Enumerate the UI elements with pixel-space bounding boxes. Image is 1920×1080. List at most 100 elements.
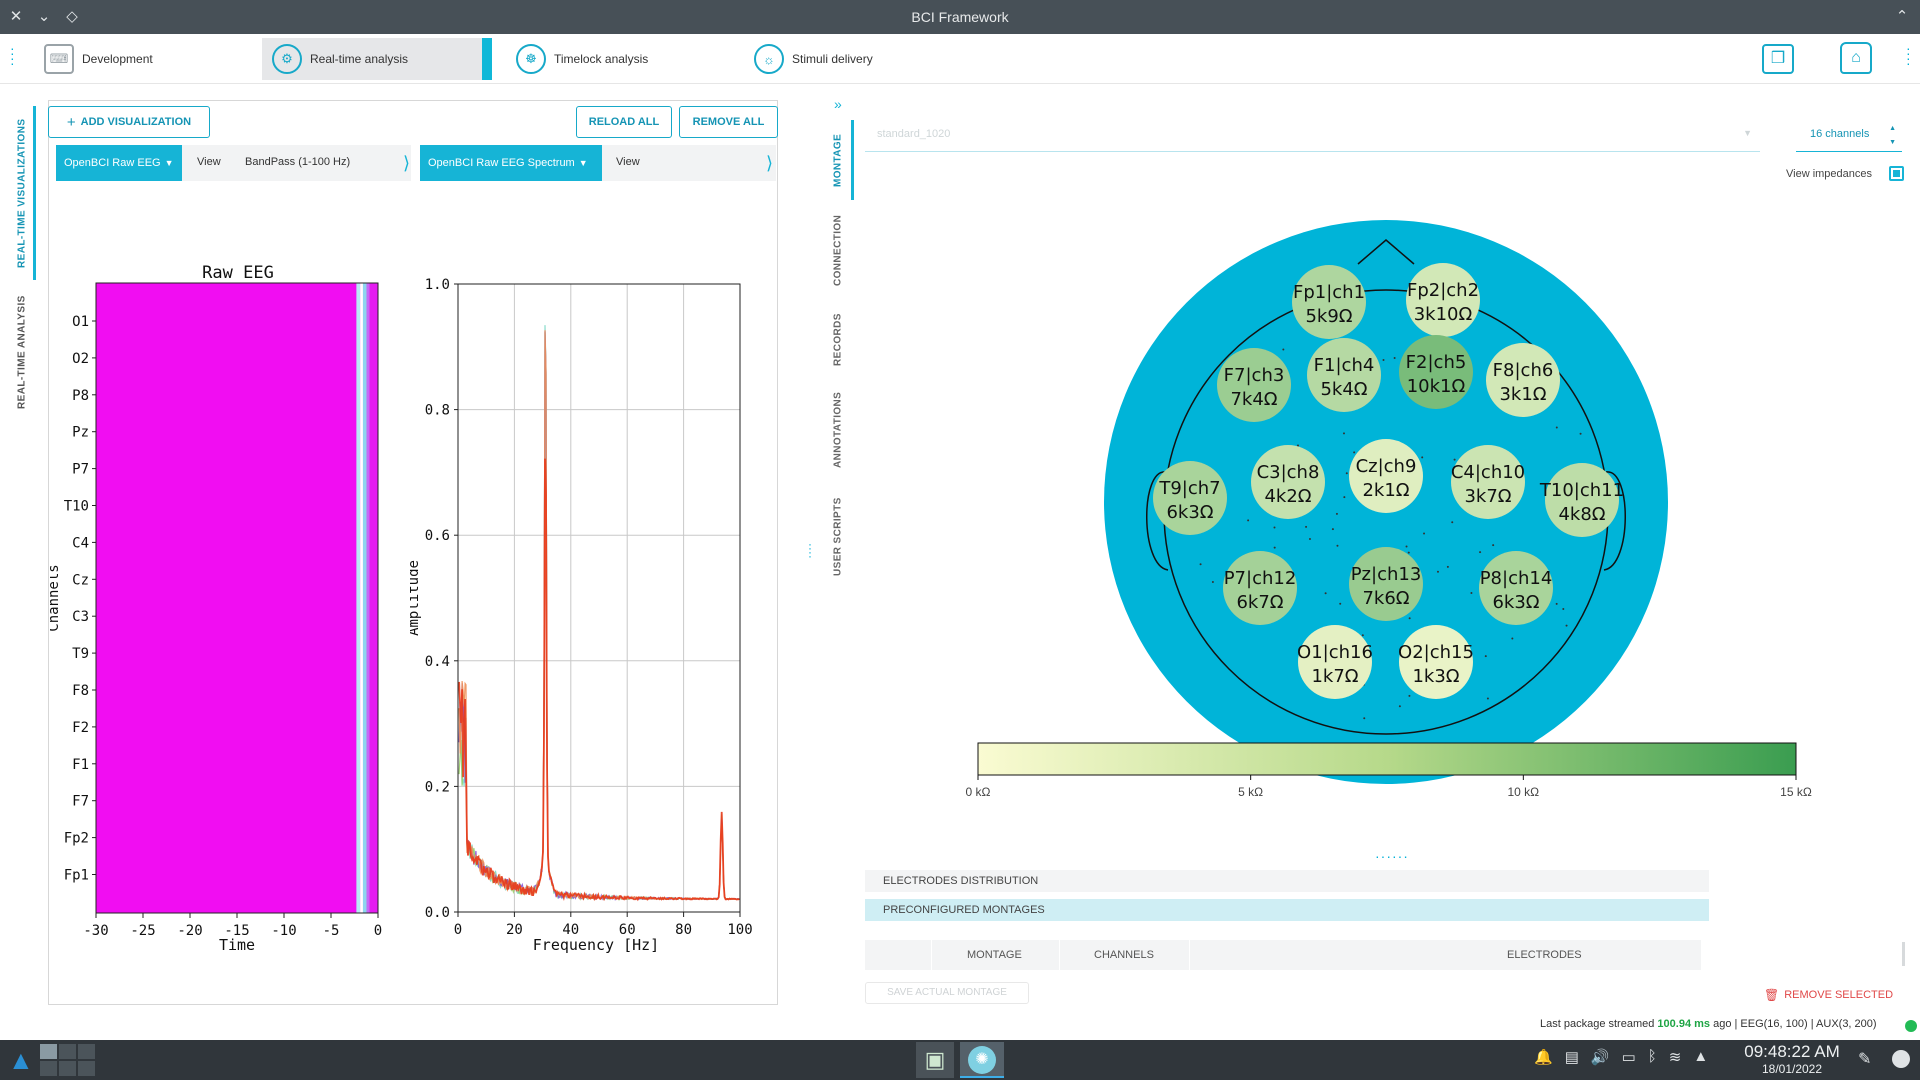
x-tick-label: 0 xyxy=(454,922,462,938)
clipboard-icon[interactable]: ▤ xyxy=(1565,1048,1579,1066)
visualization-select[interactable]: OpenBCI Raw EEG ▼ xyxy=(56,145,182,181)
vtab-real-time-visualizations[interactable]: REAL-TIME VISUALIZATIONS xyxy=(12,106,32,280)
remove-all-button[interactable]: REMOVE ALL xyxy=(679,106,778,138)
drag-handle-icon[interactable]: · · · · xyxy=(10,41,15,70)
y-tick-label: O1 xyxy=(72,314,89,330)
desktop-4[interactable] xyxy=(40,1061,57,1076)
clock[interactable]: 09:48:22 AM 18/01/2022 xyxy=(1736,1042,1848,1076)
column-header-electrodes[interactable]: ELECTRODES xyxy=(1507,949,1582,961)
visualization-select[interactable]: OpenBCI Raw EEG Spectrum ▼ xyxy=(420,145,602,181)
electrode-position-dot xyxy=(1453,458,1456,461)
chevron-right-icon[interactable]: ⟩ xyxy=(766,153,773,174)
stream-status-indicator xyxy=(1905,1020,1917,1032)
tab-stimuli-delivery[interactable]: ☼ Stimuli delivery xyxy=(744,38,964,80)
electrode-position-dot xyxy=(1446,565,1449,568)
view-menu[interactable]: View xyxy=(197,156,221,168)
virtual-desktops-pager[interactable] xyxy=(40,1044,95,1076)
tab-label: ANNOTATIONS xyxy=(832,391,844,469)
documentation-icon[interactable]: ❒ xyxy=(1762,44,1794,74)
side-tab-annotations[interactable]: ANNOTATIONS xyxy=(828,388,848,472)
pen-icon[interactable]: ✎ xyxy=(1858,1049,1871,1069)
tab-label: MONTAGE xyxy=(832,133,844,187)
electrode-impedance-value: 7k6Ω xyxy=(1362,588,1409,609)
electrode-label: F1|ch4 xyxy=(1314,355,1375,376)
show-desktop-icon[interactable] xyxy=(1892,1050,1910,1068)
side-tab-montage[interactable]: MONTAGE xyxy=(828,120,848,200)
notifications-icon[interactable]: 🔔 xyxy=(1534,1048,1553,1066)
desktop-6[interactable] xyxy=(78,1061,95,1076)
view-menu[interactable]: View xyxy=(616,156,640,168)
tab-real-time-analysis[interactable]: ⚙ Real-time analysis xyxy=(262,38,482,80)
y-tick-label: 0.0 xyxy=(425,905,450,921)
section-preconfigured-montages[interactable]: PRECONFIGURED MONTAGES xyxy=(865,899,1709,921)
eeg-recent-signal-band xyxy=(366,283,370,913)
side-tab-records[interactable]: RECORDS xyxy=(828,310,848,370)
resize-handle-icon[interactable]: ······ xyxy=(1375,848,1409,864)
electrode-position-dot xyxy=(1484,655,1487,658)
spin-arrows-icon[interactable]: ▲ ▼ xyxy=(1889,122,1896,150)
montage-select[interactable]: standard_1020 ▼ xyxy=(865,122,1760,152)
window-titlebar: ✕ ⌄ ◇ BCI Framework ⌃ xyxy=(0,0,1920,34)
bci-framework-task[interactable]: ✺ xyxy=(960,1042,1004,1078)
table-scrollbar[interactable] xyxy=(1902,942,1905,966)
y-tick-label: P8 xyxy=(72,388,89,404)
volume-icon[interactable]: 🔊 xyxy=(1591,1048,1610,1066)
tab-timelock-analysis[interactable]: ☸ Timelock analysis xyxy=(506,38,726,80)
remove-selected-button[interactable]: 🗑 REMOVE SELECTED xyxy=(1764,988,1893,1002)
battery-icon[interactable]: ▭ xyxy=(1622,1048,1636,1066)
electrode-position-dot xyxy=(1199,563,1202,566)
electrode-position-dot xyxy=(1405,545,1408,548)
electrode-impedance-value: 4k2Ω xyxy=(1264,486,1311,507)
y-tick-label: F8 xyxy=(72,683,89,699)
wifi-icon[interactable]: ≋ xyxy=(1669,1048,1682,1066)
side-tab-connection[interactable]: CONNECTION xyxy=(828,210,848,290)
column-header-montage[interactable]: MONTAGE xyxy=(967,949,1022,961)
panel-splitter-handle[interactable]: · · · · xyxy=(808,538,812,562)
electrode-position-dot xyxy=(1393,356,1396,359)
save-actual-montage-button[interactable]: SAVE ACTUAL MONTAGE xyxy=(865,982,1029,1004)
section-label: PRECONFIGURED MONTAGES xyxy=(883,904,1045,916)
eeg-heatmap-fill xyxy=(96,283,378,913)
colorbar-tick-label: 5 kΩ xyxy=(1238,785,1263,799)
terminal-task-icon[interactable]: ▣ xyxy=(916,1042,954,1078)
bluetooth-icon[interactable]: ᛒ xyxy=(1648,1048,1657,1066)
real-time-analysis-icon: ⚙ xyxy=(272,44,302,74)
y-tick-label: Cz xyxy=(72,572,89,588)
desktop-1[interactable] xyxy=(40,1044,57,1059)
electrode-position-dot xyxy=(1382,358,1385,361)
electrode-impedance-value: 4k8Ω xyxy=(1558,504,1605,525)
drag-handle-icon[interactable]: · · · · xyxy=(1906,41,1911,70)
chevron-right-icon[interactable]: ⟩ xyxy=(403,153,410,174)
home-icon[interactable]: ⌂ xyxy=(1840,42,1872,74)
y-tick-label: 0.8 xyxy=(425,403,450,419)
colorbar-tick-label: 0 kΩ xyxy=(966,785,991,799)
tray-expand-icon[interactable]: ▲ xyxy=(1693,1048,1708,1066)
electrode: Pz|ch13 7k6Ω xyxy=(1349,547,1423,621)
vtab-real-time-analysis[interactable]: REAL-TIME ANALYSIS xyxy=(12,290,32,414)
tab-label: RECORDS xyxy=(832,313,844,367)
x-tick-label: -30 xyxy=(83,923,108,939)
filter-menu[interactable]: BandPass (1-100 Hz) xyxy=(245,156,350,168)
channels-value: 16 channels xyxy=(1810,128,1870,140)
section-electrodes-distribution[interactable]: ELECTRODES DISTRIBUTION xyxy=(865,870,1709,892)
side-tab-user-scripts[interactable]: USER SCRIPTS xyxy=(828,494,848,580)
tab-development[interactable]: ⌨ Development xyxy=(34,38,254,80)
expand-icon[interactable]: » xyxy=(834,96,842,112)
electrode-impedance-value: 6k3Ω xyxy=(1492,592,1539,613)
column-header-channels[interactable]: CHANNELS xyxy=(1094,949,1154,961)
desktop-2[interactable] xyxy=(59,1044,76,1059)
maximize-icon[interactable]: ⌃ xyxy=(1892,7,1912,27)
electrode-position-dot xyxy=(1336,544,1339,547)
channels-spinner[interactable]: 16 channels ▲ ▼ xyxy=(1796,122,1902,152)
electrode-label: C3|ch8 xyxy=(1257,462,1320,483)
view-impedances-checkbox[interactable] xyxy=(1889,166,1904,181)
y-tick-label: Pz xyxy=(72,425,89,441)
desktop-3[interactable] xyxy=(78,1044,95,1059)
electrode: C4|ch10 3k7Ω xyxy=(1451,445,1525,519)
column-divider xyxy=(1059,940,1060,970)
desktop-5[interactable] xyxy=(59,1061,76,1076)
app-launcher-icon[interactable]: ▲ xyxy=(8,1046,34,1074)
reload-all-button[interactable]: RELOAD ALL xyxy=(576,106,672,138)
add-visualization-button[interactable]: + ADD VISUALIZATION xyxy=(48,106,210,138)
y-tick-label: 0.2 xyxy=(425,779,450,795)
